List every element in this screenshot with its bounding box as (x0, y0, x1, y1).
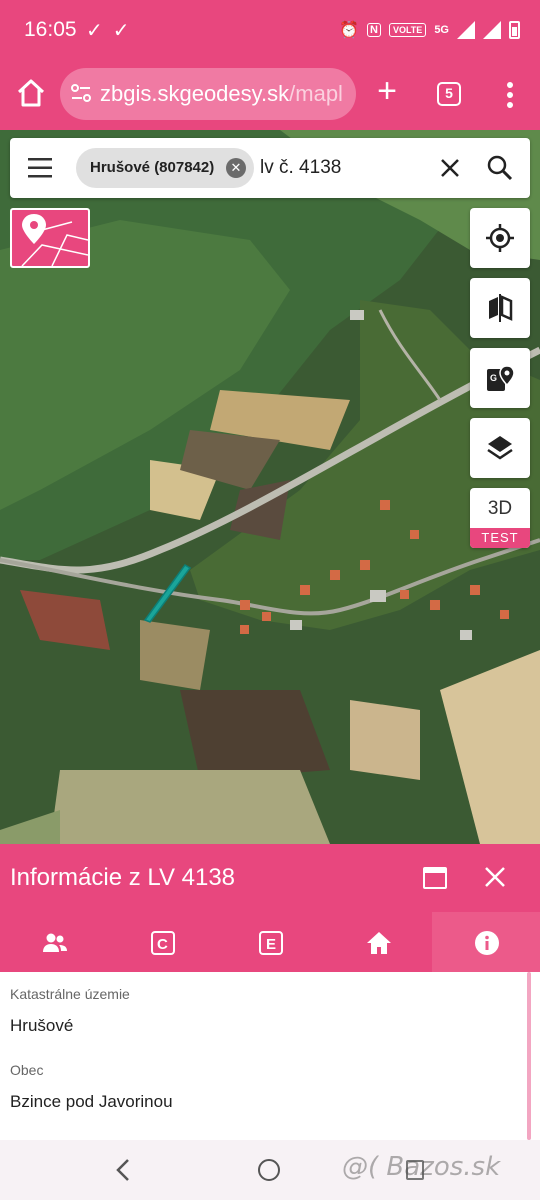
url-host: zbgis.skgeodesy.sk (100, 81, 290, 106)
info-panel-body: Katastrálne územie Hrušové Obec Bzince p… (0, 972, 540, 1140)
back-icon[interactable] (114, 1158, 132, 1182)
maximize-icon[interactable] (423, 867, 447, 889)
test-badge: TEST (470, 528, 530, 548)
volte-icon: VOLTE (388, 23, 427, 37)
tab-owners[interactable] (0, 912, 108, 972)
watermark: @( Bazos.sk (342, 1152, 501, 1182)
info-icon (475, 931, 499, 955)
field-value-municipality: Bzince pod Javorinou (10, 1092, 173, 1111)
site-settings-icon[interactable] (70, 82, 92, 104)
map-view[interactable]: Hrušové (807842) ✕ lv č. 4138 G 3D TEST (0, 130, 540, 844)
menu-icon[interactable] (28, 158, 52, 178)
browser-toolbar: zbgis.skgeodesy.sk/mapl + 5 (0, 62, 540, 130)
url-path: /mapl (289, 81, 343, 106)
field-value-cadastral-area: Hrušové (10, 1016, 74, 1035)
chip-label: Hrušové (807842) (90, 159, 215, 176)
parcel-map-icon (21, 214, 88, 266)
signal-5g-icon: 5G (434, 24, 449, 36)
crosshair-icon (486, 224, 514, 252)
my-location-button[interactable] (470, 208, 530, 268)
house-icon (367, 932, 391, 954)
panel-tabs: C E (0, 912, 540, 972)
people-icon (43, 933, 67, 952)
home-icon[interactable] (14, 76, 48, 110)
layers-icon (487, 436, 513, 460)
notification-icons: ✓✓ (86, 18, 140, 43)
nfc-icon: N (367, 23, 381, 37)
check-icon: ✓ (112, 20, 140, 42)
url-bar[interactable]: zbgis.skgeodesy.sk/mapl (60, 68, 356, 120)
field-label-cadastral-area: Katastrálne územie (10, 986, 130, 1002)
info-panel-header: Informácie z LV 4138 (0, 844, 540, 912)
check-icon: ✓ (86, 20, 113, 42)
signal-icon (483, 21, 501, 39)
compare-icon (489, 294, 513, 322)
compare-button[interactable] (470, 278, 530, 338)
tab-e-parcels[interactable]: E (216, 912, 324, 972)
search-bar: Hrušové (807842) ✕ lv č. 4138 (10, 138, 530, 198)
chip-close-icon[interactable]: ✕ (226, 158, 246, 178)
map-pin-icon: G (487, 365, 515, 391)
clear-search-icon[interactable] (438, 156, 462, 180)
home-button[interactable] (258, 1159, 280, 1181)
tab-switcher-button[interactable]: 5 (437, 82, 461, 106)
search-input[interactable]: lv č. 4138 (260, 157, 341, 179)
battery-icon (509, 21, 520, 39)
url-text: zbgis.skgeodesy.sk/mapl (100, 81, 343, 107)
more-options-icon[interactable] (500, 80, 520, 110)
status-right-icons: ⏰ N VOLTE 5G (339, 20, 520, 40)
status-time: 16:05 (24, 18, 77, 41)
tab-buildings[interactable] (324, 912, 432, 972)
status-bar: 16:05 ✓✓ ⏰ N VOLTE 5G (0, 0, 540, 62)
close-icon[interactable] (484, 866, 506, 888)
tab-c-parcels[interactable]: C (108, 912, 216, 972)
scrollbar[interactable] (527, 972, 531, 1140)
3d-view-button[interactable]: 3D TEST (470, 488, 530, 548)
parcel-layer-toggle[interactable] (10, 208, 90, 268)
svg-text:E: E (266, 936, 276, 953)
system-nav-bar: @( Bazos.sk (0, 1140, 540, 1200)
signal-icon (457, 21, 475, 39)
panel-title: Informácie z LV 4138 (10, 864, 236, 891)
svg-text:C: C (157, 936, 168, 953)
tab-info[interactable] (432, 912, 540, 972)
layers-button[interactable] (470, 418, 530, 478)
new-tab-button[interactable]: + (372, 74, 402, 110)
3d-label: 3D (487, 498, 513, 519)
svg-text:G: G (490, 373, 497, 383)
alarm-icon: ⏰ (339, 22, 360, 39)
c-letter-icon: C (151, 931, 175, 955)
google-maps-button[interactable]: G (470, 348, 530, 408)
search-icon[interactable] (486, 154, 514, 182)
field-label-municipality: Obec (10, 1062, 44, 1078)
cadastral-area-chip[interactable]: Hrušové (807842) ✕ (76, 148, 254, 188)
e-letter-icon: E (259, 931, 283, 955)
